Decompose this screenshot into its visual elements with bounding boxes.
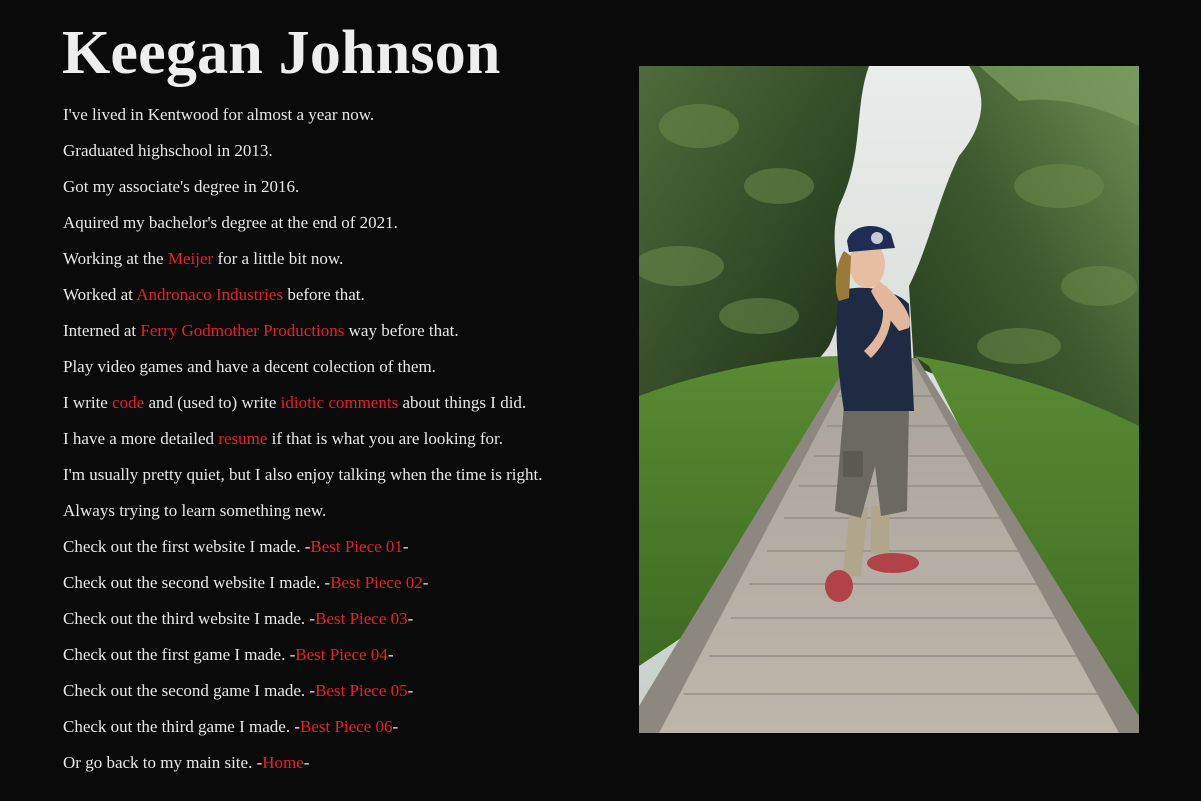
bio-line-internship: Interned at Ferry Godmother Productions … <box>63 321 459 340</box>
bio-line-highschool: Graduated highschool in 2013. <box>63 141 273 160</box>
bio-line-code: I write code and (used to) write idiotic… <box>63 393 527 412</box>
bio-line-best-piece-05: Check out the second game I made. -Best … <box>63 681 414 700</box>
andronaco-industries-link[interactable]: Andronaco Industries <box>136 285 283 304</box>
idiotic-comments-link[interactable]: idiotic comments <box>281 393 399 412</box>
bio-line-games: Play video games and have a decent colec… <box>63 357 436 376</box>
resume-link[interactable]: resume <box>218 429 267 448</box>
bio-line-best-piece-02: Check out the second website I made. -Be… <box>63 573 429 592</box>
best-piece-02-link[interactable]: Best Piece 02 <box>330 573 423 592</box>
bio-line-bachelor: Aquired my bachelor's degree at the end … <box>63 213 398 232</box>
page-title: Keegan Johnson <box>62 19 501 87</box>
bio-line-best-piece-04: Check out the first game I made. -Best P… <box>63 645 394 664</box>
meijer-link[interactable]: Meijer <box>168 249 213 268</box>
bio-line-associate: Got my associate's degree in 2016. <box>63 177 300 196</box>
profile-photo-illustration <box>639 66 1139 733</box>
ferry-godmother-productions-link[interactable]: Ferry Godmother Productions <box>140 321 344 340</box>
profile-photo <box>639 66 1139 733</box>
bio-line-residence: I've lived in Kentwood for almost a year… <box>63 105 375 124</box>
bio-line-resume: I have a more detailed resume if that is… <box>63 429 503 448</box>
bio-line-previous-job: Worked at Andronaco Industries before th… <box>63 285 365 304</box>
page: Keegan Johnson I've lived in Kentwood fo… <box>0 0 1201 801</box>
best-piece-04-link[interactable]: Best Piece 04 <box>295 645 388 664</box>
code-link[interactable]: code <box>112 393 144 412</box>
bio-line-best-piece-03: Check out the third website I made. -Bes… <box>63 609 414 628</box>
bio-line-home: Or go back to my main site. -Home- <box>63 753 310 772</box>
bio-list: I've lived in Kentwood for almost a year… <box>63 97 542 781</box>
bio-line-learning: Always trying to learn something new. <box>63 501 327 520</box>
home-link[interactable]: Home <box>262 753 304 772</box>
best-piece-01-link[interactable]: Best Piece 01 <box>310 537 403 556</box>
best-piece-05-link[interactable]: Best Piece 05 <box>315 681 408 700</box>
bio-line-best-piece-06: Check out the third game I made. -Best P… <box>63 717 399 736</box>
bio-line-current-job: Working at the Meijer for a little bit n… <box>63 249 344 268</box>
bio-line-personality: I'm usually pretty quiet, but I also enj… <box>63 465 543 484</box>
best-piece-06-link[interactable]: Best Piece 06 <box>300 717 393 736</box>
best-piece-03-link[interactable]: Best Piece 03 <box>315 609 408 628</box>
bio-line-best-piece-01: Check out the first website I made. -Bes… <box>63 537 409 556</box>
